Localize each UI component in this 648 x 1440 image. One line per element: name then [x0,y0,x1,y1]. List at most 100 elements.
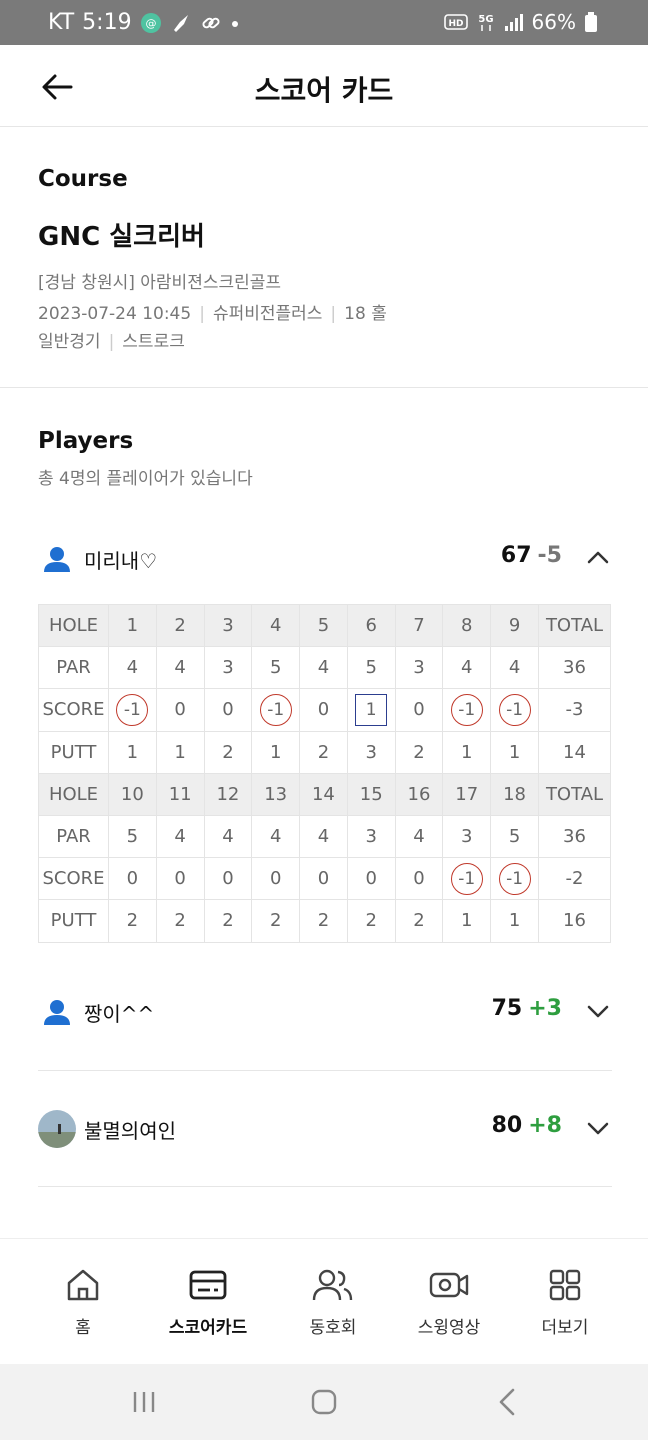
sim-system: 슈퍼비전플러스 [212,304,323,324]
scorecard-table: HOLE 1 2 3 4 5 6 7 8 9 TOTAL PAR 4 4 3 5 4 5 3 4 4 36 SCORE -1 0… [38,603,611,943]
birdie-circle-mark: -1 [116,693,149,726]
home-button[interactable] [304,1384,344,1420]
total-cell: TOTAL [538,772,611,816]
score-cell: 0 [394,857,444,901]
nav-more[interactable]: 더보기 [510,1265,620,1338]
total-cell: 14 [538,730,611,774]
par-row: PAR 5 4 4 4 4 3 4 3 5 36 [38,814,611,859]
course-name: GNC 실크리버 [38,222,205,252]
system-back-button[interactable] [488,1384,528,1420]
dot-icon [230,12,240,34]
nav-scorecard[interactable]: 스코어카드 [153,1265,263,1338]
divider [38,1186,612,1187]
total-cell: 36 [538,814,611,859]
total-cell: 36 [538,646,611,690]
score-cell: 16 [394,772,444,816]
chevron-up-icon[interactable] [584,544,612,572]
score-cell: -1 [251,688,301,732]
score-cell: 1 [490,730,539,774]
total-cell: -3 [538,688,611,732]
score-cell: 0 [299,688,348,732]
birdie-circle-mark: -1 [498,862,531,895]
hole-row: HOLE 1 2 3 4 5 6 7 8 9 TOTAL [38,603,611,648]
putt-row: PUTT 2 2 2 2 2 2 2 1 1 16 [38,899,611,943]
row-label: SCORE [38,857,109,901]
score-cell: 5 [108,814,157,859]
row-label: PAR [38,814,109,859]
score-cell: 2 [108,899,157,943]
carrier-label: KT [48,10,75,35]
score-cell: 4 [155,646,205,690]
nav-label: 동호회 [309,1318,357,1338]
player-strokes: 67 [500,543,532,568]
player-row[interactable]: 미리내♡ 67 -5 [38,528,612,588]
score-cell: 4 [251,603,301,648]
score-cell: 4 [251,814,301,859]
player-strokes: 80 [491,1113,523,1138]
score-cell: 4 [203,814,253,859]
player-row[interactable]: 불멸의여인 80 +8 [38,1098,612,1158]
course-section: Course GNC 실크리버 [경남 창원시] 아람비젼스크린골프 2023-… [0,128,648,388]
chevron-down-icon[interactable] [584,997,612,1025]
back-chevron-icon [499,1388,515,1416]
player-name: 미리내♡ [84,549,158,573]
row-label: PUTT [38,730,109,774]
score-row: SCORE 0 0 0 0 0 0 0 -1 -1 -2 [38,857,611,901]
score-cell: 2 [251,899,301,943]
club-icon [312,1269,353,1301]
score-cell: -1 [108,688,157,732]
score-cell: 4 [394,814,444,859]
score-cell: 5 [346,646,396,690]
score-cell: 10 [108,772,157,816]
score-cell: 1 [155,730,205,774]
nav-label: 더보기 [541,1318,589,1338]
score-cell: 15 [346,772,396,816]
chevron-down-icon[interactable] [584,1114,612,1142]
score-cell: 12 [203,772,253,816]
score-cell: 2 [299,899,348,943]
players-count: 총 4명의 플레이어가 있습니다 [38,469,253,489]
svg-text:@: @ [145,17,156,30]
row-label: HOLE [38,603,109,648]
score-cell: 4 [299,814,348,859]
svg-text:5G: 5G [478,14,493,25]
page-title: 스코어 카드 [254,74,394,107]
score-cell: 18 [490,772,539,816]
score-cell: 1 [442,899,492,943]
score-cell: 0 [203,857,253,901]
score-cell: 8 [442,603,492,648]
recent-apps-icon [133,1392,155,1412]
birdie-circle-mark: -1 [450,862,483,895]
total-cell: -2 [538,857,611,901]
row-label: HOLE [38,772,109,816]
recent-apps-button[interactable] [124,1384,164,1420]
score-cell: 3 [346,730,396,774]
score-cell: 2 [394,899,444,943]
app-header: 스코어 카드 [0,45,648,127]
score-cell: 0 [203,688,253,732]
nav-club[interactable]: 동호회 [278,1265,388,1338]
scorecard-icon [189,1270,227,1300]
birdie-circle-mark: -1 [498,693,531,726]
score-cell: 0 [155,688,205,732]
divider [38,1070,612,1071]
score-cell: 3 [394,646,444,690]
score-cell: 4 [299,646,348,690]
app-badge-icon: @ [140,12,162,34]
score-cell: 5 [490,814,539,859]
score-cell: 11 [155,772,205,816]
game-mode: 스트로크 [122,332,185,352]
score-cell: 7 [394,603,444,648]
nav-swing-video[interactable]: 스윙영상 [394,1265,504,1338]
nav-home[interactable]: 홈 [28,1265,138,1338]
score-cell: -1 [442,857,492,901]
row-label: SCORE [38,688,109,732]
player-row[interactable]: 짱이^^ 75 +3 [38,981,612,1041]
player-name: 불멸의여인 [84,1119,176,1143]
battery-icon [584,11,598,33]
score-cell: 0 [299,857,348,901]
score-cell: 0 [346,857,396,901]
rocket-icon [170,12,192,34]
score-cell: 1 [108,730,157,774]
score-cell: 2 [394,730,444,774]
